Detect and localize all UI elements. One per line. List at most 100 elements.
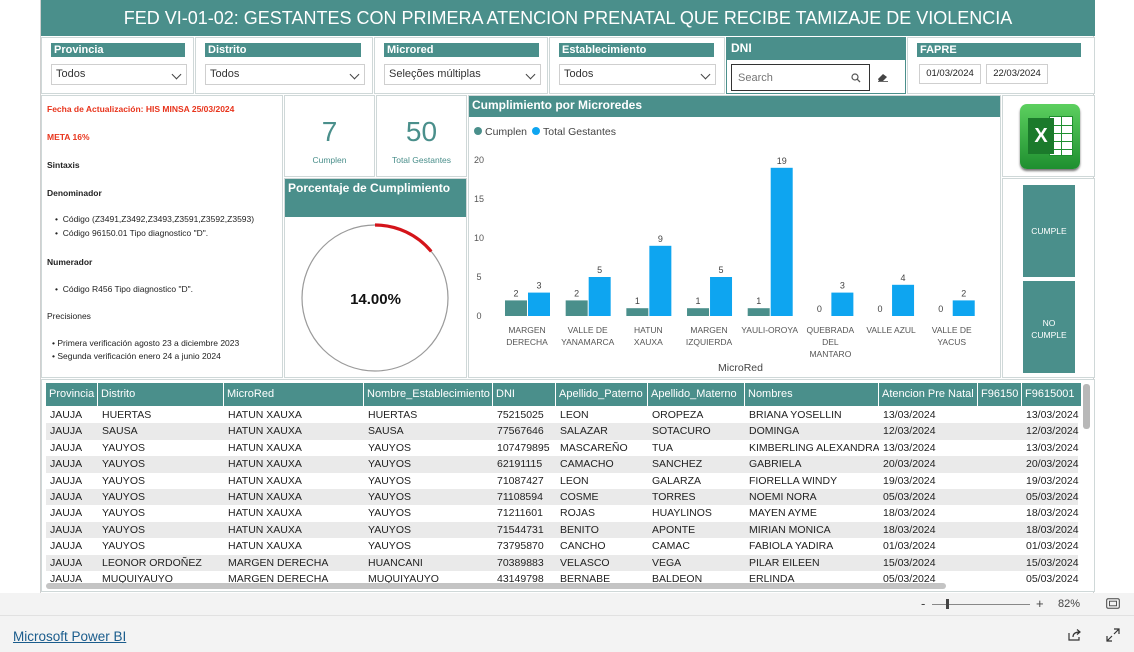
table-row[interactable]: JAUJA YAUYOS HATUN XAUXA YAUYOS 73795870 CANC…	[46, 538, 1079, 555]
table-row[interactable]: JAUJA YAUYOS HATUN XAUXA YAUYOS 71544731 BENI…	[46, 521, 1079, 539]
microred-dropdown[interactable]: Seleções múltiplas	[384, 64, 541, 85]
fapre-start-date[interactable]: 01/03/2024	[919, 64, 981, 84]
bar-total[interactable]	[649, 245, 672, 316]
detail-table: Provincia Distrito MicroRed Nombre_Establec…	[41, 379, 1095, 592]
info-panel: Fecha de Actualización: HIS MINSA 25/03/…	[41, 95, 283, 378]
dni-search-box[interactable]	[731, 64, 870, 91]
x-tick-label: VALLE DE	[568, 325, 608, 335]
distrito-dropdown[interactable]: Todos	[205, 64, 365, 85]
bar-cumplen[interactable]	[687, 308, 710, 316]
establecimiento-dropdown[interactable]: Todos	[559, 64, 716, 85]
zoom-percentage: 82%	[1058, 598, 1081, 610]
slicer-dni-label: DNI	[727, 38, 905, 60]
kpi-total-label: Total Gestantes	[391, 155, 452, 165]
zoom-out-button[interactable]: -	[921, 596, 925, 611]
column-header[interactable]: Apellido_Materno	[648, 383, 745, 406]
column-header[interactable]: Distrito	[98, 383, 224, 406]
bar-cumplen[interactable]	[565, 300, 588, 316]
table-header: Provincia Distrito MicroRed Nombre_Establec…	[46, 383, 1082, 406]
table-cell	[978, 456, 1022, 473]
chevron-down-icon	[700, 69, 711, 80]
table-cell: PILAR EILEEN	[749, 556, 820, 569]
share-icon[interactable]	[1067, 628, 1082, 642]
table-vertical-scrollbar[interactable]	[1083, 384, 1090, 429]
table-cell: 107479895	[497, 441, 550, 454]
table-cell: LEON	[560, 474, 589, 487]
table-cell: LEONOR ORDOÑEZ	[102, 556, 202, 569]
table-cell: HATUN XAUXA	[228, 474, 302, 487]
fapre-end-date[interactable]: 22/03/2024	[986, 64, 1048, 84]
column-header[interactable]: MicroRed	[224, 383, 364, 406]
bar-total[interactable]	[710, 277, 733, 316]
table-cell: MIRIAN MONICA	[749, 523, 831, 536]
zoom-slider-thumb[interactable]	[945, 599, 949, 609]
zoom-bar: - + 82%	[0, 593, 1134, 615]
column-header[interactable]: Provincia	[46, 383, 98, 406]
table-row[interactable]: JAUJA YAUYOS HATUN XAUXA YAUYOS 62191115 CAMA…	[46, 456, 1079, 473]
column-header[interactable]: Nombres	[745, 383, 879, 406]
column-header[interactable]: Atencion Pre Natal	[879, 383, 978, 406]
table-cell: 05/03/2024	[883, 491, 936, 503]
column-header[interactable]: Apellido_Paterno	[556, 383, 648, 406]
bar-chart-panel: Cumplimiento por Microredes Cumplen Total…	[468, 95, 1001, 378]
table-cell: JAUJA	[50, 491, 83, 503]
bar-data-label: 1	[696, 296, 701, 306]
table-cell: 71087427	[497, 474, 544, 487]
table-cell: JAUJA	[50, 540, 83, 553]
table-horizontal-scrollbar[interactable]	[46, 583, 946, 589]
table-cell: HUAYLINOS	[652, 507, 712, 520]
column-header[interactable]: F96150	[978, 383, 1022, 406]
table-cell: MARGEN DERECHA	[228, 556, 329, 569]
table-row[interactable]: JAUJA YAUYOS HATUN XAUXA YAUYOS 107479895 MAS…	[46, 439, 1079, 457]
legend-marker	[474, 127, 482, 135]
column-header[interactable]: DNI	[493, 383, 556, 406]
table-cell: GABRIELA	[749, 458, 802, 471]
table-cell: CANCHO	[560, 540, 606, 553]
bar-total[interactable]	[528, 292, 550, 316]
bar-cumplen[interactable]	[747, 308, 770, 316]
cumple-button[interactable]: CUMPLE	[1023, 185, 1075, 277]
column-header[interactable]: Nombre_Establecimiento	[364, 383, 493, 406]
fit-to-page-icon[interactable]	[1106, 598, 1120, 609]
table-cell	[978, 423, 1022, 440]
table-cell: GALARZA	[652, 474, 702, 487]
table-row[interactable]: JAUJA SAUSA HATUN XAUXA SAUSA 77567646 SALAZA…	[46, 423, 1079, 440]
bar-total[interactable]	[892, 284, 915, 316]
slicer-establecimiento: Establecimiento Todos	[549, 37, 725, 94]
x-tick-label: VALLE DE	[932, 325, 972, 335]
fullscreen-icon[interactable]	[1106, 628, 1120, 642]
powerbi-brand-link[interactable]: Microsoft Power BI	[13, 629, 126, 644]
bar-data-label: 5	[597, 265, 602, 275]
bar-total[interactable]	[770, 167, 793, 316]
table-row[interactable]: JAUJA YAUYOS HATUN XAUXA YAUYOS 71087427 LEON…	[46, 472, 1079, 490]
no-cumple-button[interactable]: NO CUMPLE	[1023, 281, 1075, 373]
bar-cumplen[interactable]	[626, 308, 649, 316]
table-row[interactable]: JAUJA YAUYOS HATUN XAUXA YAUYOS 71211601 ROJA…	[46, 505, 1079, 522]
table-cell: JAUJA	[50, 441, 83, 454]
table-cell: JAUJA	[50, 474, 83, 487]
zoom-in-button[interactable]: +	[1036, 596, 1044, 611]
column-header[interactable]: F9615001	[1022, 383, 1082, 406]
dni-search-input[interactable]	[738, 70, 848, 85]
bar-total[interactable]	[588, 277, 611, 316]
table-cell: 18/03/2024	[1026, 507, 1079, 520]
provincia-dropdown[interactable]: Todos	[51, 64, 187, 85]
bar-data-label: 1	[635, 296, 640, 306]
gauge-value-label: 14.00%	[350, 291, 401, 308]
table-cell: YAUYOS	[102, 540, 145, 553]
slicer-establecimiento-label: Establecimiento	[559, 43, 714, 57]
slicer-distrito: Distrito Todos	[195, 37, 373, 94]
table-cell: YAUYOS	[102, 458, 145, 471]
table-row[interactable]: JAUJA YAUYOS HATUN XAUXA YAUYOS 71108594 COSM…	[46, 489, 1079, 506]
table-cell: 20/03/2024	[883, 458, 936, 471]
bar-total[interactable]	[831, 292, 854, 316]
table-row[interactable]: JAUJA HUERTAS HATUN XAUXA HUERTAS 75215025 LE…	[46, 407, 1079, 424]
table-row[interactable]: JAUJA LEONOR ORDOÑEZ MARGEN DERECHA HUANCAN…	[46, 554, 1079, 572]
bar-cumplen[interactable]	[505, 300, 527, 316]
bar-data-label: 0	[817, 304, 822, 314]
eraser-icon[interactable]	[877, 72, 889, 82]
table-cell: 19/03/2024	[883, 474, 936, 487]
table-body: JAUJA HUERTAS HATUN XAUXA HUERTAS 75215025 LE…	[46, 407, 1082, 586]
excel-export-icon[interactable]: X	[1020, 104, 1080, 169]
bar-total[interactable]	[952, 300, 975, 316]
